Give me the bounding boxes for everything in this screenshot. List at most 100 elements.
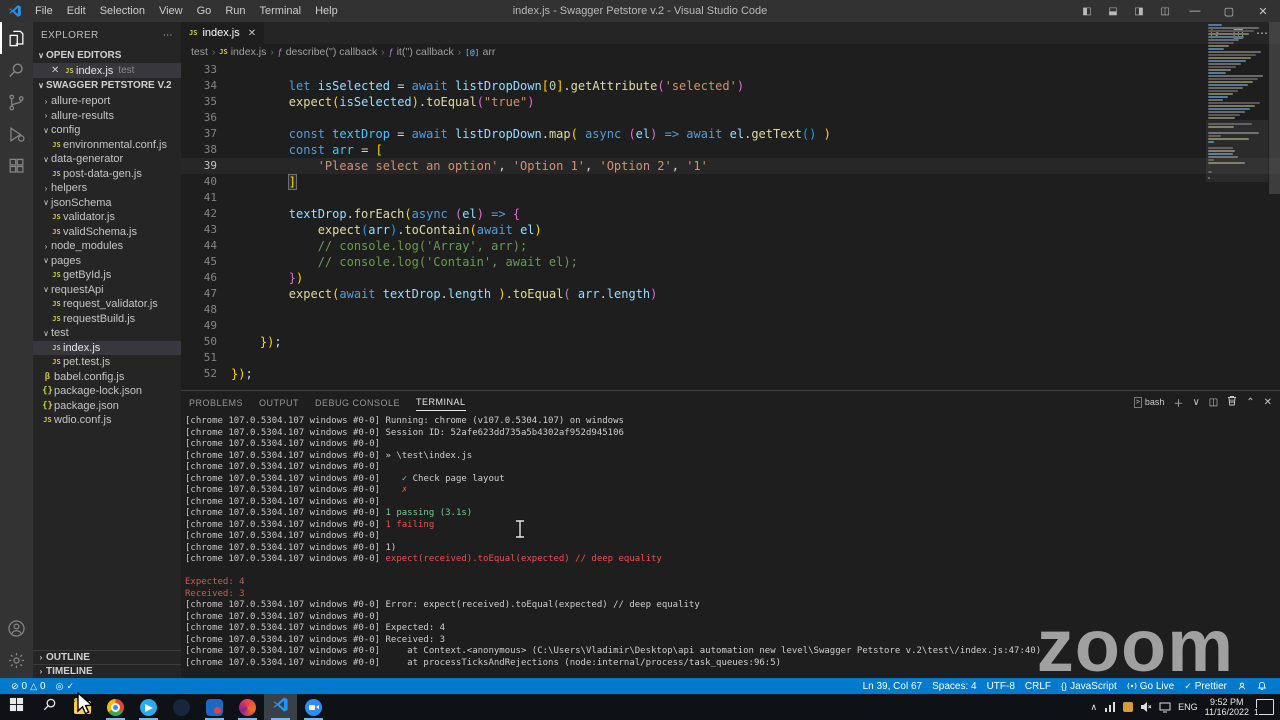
code-line[interactable]: 34 let isSelected = await listDropDown[0… — [181, 78, 1280, 94]
tree-item-data-generator[interactable]: ∨data-generator — [33, 152, 181, 167]
status-utf-8[interactable]: UTF-8 — [982, 681, 1020, 692]
close-panel-icon[interactable]: ✕ — [1264, 397, 1272, 408]
code-line[interactable]: 36 — [181, 110, 1280, 126]
minimap-viewport[interactable] — [1206, 120, 1268, 182]
taskbar-app-app-photos[interactable] — [231, 694, 264, 720]
search-icon[interactable] — [0, 54, 33, 86]
status-ln-39-col-67[interactable]: Ln 39, Col 67 — [858, 681, 928, 692]
toggle-secondary-sidebar-icon[interactable]: ◨ — [1126, 6, 1152, 17]
menu-terminal[interactable]: Terminal — [253, 0, 309, 22]
code-line[interactable]: 45 // console.log('Contain', await el); — [181, 254, 1280, 270]
menu-file[interactable]: File — [28, 0, 60, 22]
tree-item-config[interactable]: ∨config — [33, 123, 181, 138]
tab-close-icon[interactable]: ✕ — [248, 28, 256, 39]
menu-selection[interactable]: Selection — [93, 0, 152, 22]
tree-item-helpers[interactable]: ›helpers — [33, 181, 181, 196]
code-line[interactable]: 35 expect(isSelected).toEqual("true") — [181, 94, 1280, 110]
timeline-section[interactable]: › TIMELINE — [33, 664, 181, 678]
code-line[interactable]: 41 — [181, 190, 1280, 206]
code-line[interactable]: 42 textDrop.forEach(async (el) => { — [181, 206, 1280, 222]
code-line[interactable]: 39 'Please select an option', 'Option 1'… — [181, 158, 1280, 174]
test-status[interactable]: ◎ ✓ — [51, 681, 79, 692]
open-editors-section[interactable]: ∨ OPEN EDITORS — [33, 48, 181, 63]
taskbar-app-telegram[interactable] — [132, 694, 165, 720]
terminal-shell-picker[interactable]: > bash — [1134, 397, 1165, 408]
language-indicator[interactable]: ENG — [1178, 702, 1198, 712]
maximize-button[interactable]: ▢ — [1212, 0, 1246, 22]
kill-terminal-icon[interactable] — [1227, 395, 1237, 409]
panel-tab-terminal[interactable]: TERMINAL — [416, 393, 466, 411]
tree-item-babel-config-js[interactable]: βbabel.config.js — [33, 370, 181, 385]
menu-edit[interactable]: Edit — [60, 0, 93, 22]
breadcrumb-item[interactable]: test — [191, 46, 208, 58]
source-control-icon[interactable] — [0, 86, 33, 118]
volume-icon[interactable] — [1140, 701, 1152, 713]
code-line[interactable]: 33 — [181, 62, 1280, 78]
menu-help[interactable]: Help — [308, 0, 345, 22]
menu-go[interactable]: Go — [190, 0, 219, 22]
breadcrumb-item[interactable]: JSindex.js — [219, 46, 266, 58]
taskbar-app-chrome[interactable] — [99, 694, 132, 720]
tree-item-pet-test-js[interactable]: JSpet.test.js — [33, 355, 181, 370]
code-line[interactable]: 37 const textDrop = await listDropDown.m… — [181, 126, 1280, 142]
terminal-dropdown-icon[interactable]: ∨ — [1192, 397, 1199, 408]
feedback-icon[interactable] — [1232, 681, 1252, 691]
outline-section[interactable]: › OUTLINE — [33, 650, 181, 664]
settings-gear-icon[interactable] — [0, 644, 33, 676]
code-line[interactable]: 46 }) — [181, 270, 1280, 286]
panel-tab-problems[interactable]: PROBLEMS — [189, 394, 243, 411]
taskbar-app-vscode[interactable] — [264, 694, 297, 720]
status-spaces-4[interactable]: Spaces: 4 — [927, 681, 981, 692]
menu-view[interactable]: View — [152, 0, 190, 22]
tree-item-allure-report[interactable]: ›allure-report — [33, 94, 181, 109]
tree-item-pages[interactable]: ∨pages — [33, 254, 181, 269]
taskbar-app-app-dark[interactable] — [165, 694, 198, 720]
split-terminal-icon[interactable]: ◫ — [1209, 397, 1218, 408]
panel-tab-output[interactable]: OUTPUT — [259, 394, 299, 411]
code-editor[interactable]: 3334 let isSelected = await listDropDown… — [181, 60, 1280, 392]
tree-item-validschema-js[interactable]: JSvalidSchema.js — [33, 225, 181, 240]
code-line[interactable]: 51 — [181, 350, 1280, 366]
maximize-panel-icon[interactable]: ⌃ — [1246, 397, 1254, 408]
open-editor-item[interactable]: ✕JSindex.jstest — [33, 63, 181, 78]
tree-item-wdio-conf-js[interactable]: JSwdio.conf.js — [33, 413, 181, 428]
tree-item-node-modules[interactable]: ›node_modules — [33, 239, 181, 254]
run-debug-icon[interactable] — [0, 118, 33, 150]
tree-item-allure-results[interactable]: ›allure-results — [33, 109, 181, 124]
minimize-button[interactable]: — — [1178, 0, 1212, 22]
tree-item-test[interactable]: ∨test — [33, 326, 181, 341]
taskbar-app-zoom[interactable] — [297, 694, 330, 720]
code-line[interactable]: 49 — [181, 318, 1280, 334]
new-terminal-icon[interactable]: ＋ — [1173, 395, 1183, 410]
network-icon[interactable] — [1159, 701, 1171, 713]
tree-item-post-data-gen-js[interactable]: JSpost-data-gen.js — [33, 167, 181, 182]
code-line[interactable]: 50 }); — [181, 334, 1280, 350]
code-line[interactable]: 40 ] — [181, 174, 1280, 190]
project-section[interactable]: ∨ SWAGGER PETSTORE V.2 — [33, 78, 181, 93]
extensions-icon[interactable] — [0, 150, 33, 182]
tray-app-icon[interactable] — [1123, 702, 1133, 712]
clock[interactable]: 9:52 PM 11/16/2022 — [1205, 697, 1249, 717]
breadcrumb-item[interactable]: ƒit('') callback — [389, 46, 454, 58]
breadcrumb-item[interactable]: ƒdescribe('') callback — [278, 46, 378, 58]
tree-item-index-js[interactable]: JSindex.js — [33, 341, 181, 356]
customize-layout-icon[interactable]: ◫ — [1152, 6, 1178, 17]
action-center-icon[interactable]: 1 — [1256, 699, 1274, 715]
toggle-sidebar-icon[interactable]: ◧ — [1074, 6, 1100, 17]
code-line[interactable]: 38 const arr = [ — [181, 142, 1280, 158]
tab-index-js[interactable]: JS index.js ✕ — [181, 22, 264, 44]
taskbar-app-search[interactable] — [33, 694, 66, 720]
close-button[interactable]: ✕ — [1246, 0, 1280, 22]
minimap[interactable] — [1208, 24, 1266, 180]
notifications-bell-icon[interactable] — [1252, 681, 1272, 691]
taskbar-app-app-media[interactable] — [198, 694, 231, 720]
tree-item-getbyid-js[interactable]: JSgetById.js — [33, 268, 181, 283]
tree-item-jsonschema[interactable]: ∨jsonSchema — [33, 196, 181, 211]
toggle-panel-icon[interactable]: ⬓ — [1100, 6, 1126, 17]
explorer-actions-icon[interactable]: ⋯ — [163, 30, 173, 41]
tray-expand-icon[interactable]: ∧ — [1091, 702, 1098, 713]
menu-run[interactable]: Run — [218, 0, 252, 22]
tree-item-validator-js[interactable]: JSvalidator.js — [33, 210, 181, 225]
tree-item-environmental-conf-js[interactable]: JSenvironmental.conf.js — [33, 138, 181, 153]
tree-item-package-lock-json[interactable]: {}package-lock.json — [33, 384, 181, 399]
